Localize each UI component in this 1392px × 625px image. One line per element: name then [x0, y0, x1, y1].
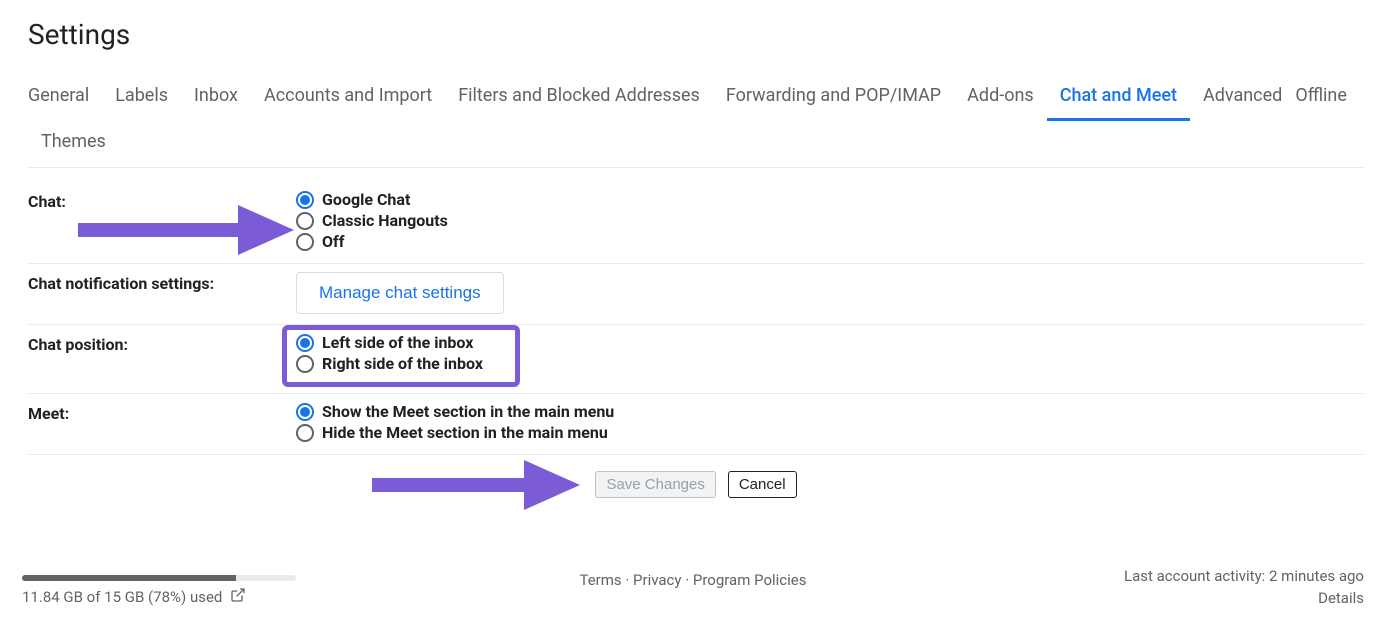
setting-row-chat-position: Chat position: Left side of the inbox Ri…	[28, 325, 1364, 394]
radio-hide-meet[interactable]: Hide the Meet section in the main menu	[296, 423, 1364, 442]
radio-icon	[296, 233, 314, 251]
manage-chat-settings-button[interactable]: Manage chat settings	[296, 272, 504, 314]
radio-show-meet[interactable]: Show the Meet section in the main menu	[296, 402, 1364, 421]
radio-label: Hide the Meet section in the main menu	[322, 423, 608, 442]
terms-link[interactable]: Terms	[579, 571, 621, 589]
tab-forwarding[interactable]: Forwarding and POP/IMAP	[713, 75, 954, 121]
setting-row-chat: Chat: Google Chat Classic Hangouts Off	[28, 182, 1364, 264]
action-button-row: Save Changes Cancel	[28, 455, 1364, 514]
cancel-button[interactable]: Cancel	[728, 471, 797, 498]
radio-label: Left side of the inbox	[322, 333, 473, 352]
save-changes-button: Save Changes	[595, 471, 715, 498]
radio-label: Show the Meet section in the main menu	[322, 402, 614, 421]
page-title: Settings	[28, 18, 1364, 51]
privacy-link[interactable]: Privacy	[633, 571, 681, 589]
radio-off[interactable]: Off	[296, 232, 1364, 251]
tab-addons[interactable]: Add-ons	[954, 75, 1047, 121]
last-activity-text: Last account activity: 2 minutes ago	[1124, 567, 1364, 585]
setting-row-chat-notif: Chat notification settings: Manage chat …	[28, 264, 1364, 325]
setting-label-chat: Chat:	[28, 190, 296, 253]
radio-label: Off	[322, 232, 344, 251]
tab-filters[interactable]: Filters and Blocked Addresses	[445, 75, 713, 121]
tab-chat-and-meet[interactable]: Chat and Meet	[1047, 75, 1190, 121]
settings-tabs: General Labels Inbox Accounts and Import…	[28, 75, 1364, 168]
tab-labels[interactable]: Labels	[102, 75, 181, 121]
tab-accounts[interactable]: Accounts and Import	[251, 75, 445, 121]
storage-fill	[22, 575, 236, 581]
radio-label: Classic Hangouts	[322, 211, 448, 230]
radio-google-chat[interactable]: Google Chat	[296, 190, 1364, 209]
setting-label-chat-notif: Chat notification settings:	[28, 272, 296, 314]
details-link[interactable]: Details	[1124, 589, 1364, 607]
radio-icon	[296, 191, 314, 209]
tab-advanced[interactable]: Advanced	[1190, 75, 1295, 121]
radio-icon	[296, 424, 314, 442]
radio-classic-hangouts[interactable]: Classic Hangouts	[296, 211, 1364, 230]
radio-right-side[interactable]: Right side of the inbox	[296, 354, 1364, 373]
radio-left-side[interactable]: Left side of the inbox	[296, 333, 1364, 352]
tab-inbox[interactable]: Inbox	[181, 75, 251, 121]
radio-label: Google Chat	[322, 190, 410, 209]
radio-icon	[296, 403, 314, 421]
setting-label-chat-position: Chat position:	[28, 333, 296, 375]
tab-general[interactable]: General	[28, 75, 102, 121]
storage-bar	[22, 575, 296, 581]
storage-text: 11.84 GB of 15 GB (78%) used	[22, 588, 222, 606]
tab-offline[interactable]: Offline	[1295, 75, 1360, 121]
policies-link[interactable]: Program Policies	[693, 571, 807, 589]
setting-label-meet: Meet:	[28, 402, 296, 444]
radio-icon	[296, 212, 314, 230]
tab-themes[interactable]: Themes	[28, 121, 119, 167]
radio-label: Right side of the inbox	[322, 354, 483, 373]
setting-row-meet: Meet: Show the Meet section in the main …	[28, 394, 1364, 455]
page-footer: 11.84 GB of 15 GB (78%) used Terms · Pri…	[22, 567, 1364, 607]
external-link-icon[interactable]	[230, 587, 246, 607]
radio-icon	[296, 334, 314, 352]
radio-icon	[296, 355, 314, 373]
